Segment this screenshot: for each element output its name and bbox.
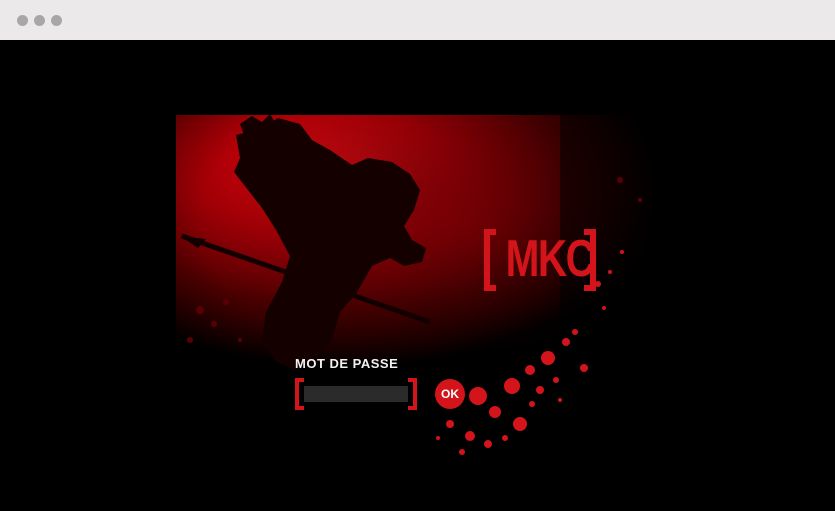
window-close-dot[interactable] (17, 15, 28, 26)
field-left-bracket (295, 378, 304, 410)
ok-button[interactable]: OK (435, 379, 465, 409)
window-titlebar (0, 0, 835, 40)
browser-window: MKC MOT DE PASSE OK (0, 0, 835, 511)
password-label: MOT DE PASSE (295, 356, 399, 371)
page-viewport: MKC MOT DE PASSE OK (0, 40, 835, 511)
logo-text: MKC (505, 230, 595, 288)
window-maximize-dot[interactable] (51, 15, 62, 26)
window-minimize-dot[interactable] (34, 15, 45, 26)
password-field-frame (295, 378, 417, 410)
logo-left-bracket (484, 229, 496, 291)
field-right-bracket (408, 378, 417, 410)
logo-right-bracket (584, 229, 596, 291)
mkc-logo: MKC (484, 229, 596, 291)
hero-artwork (176, 114, 681, 455)
password-input[interactable] (304, 386, 408, 402)
